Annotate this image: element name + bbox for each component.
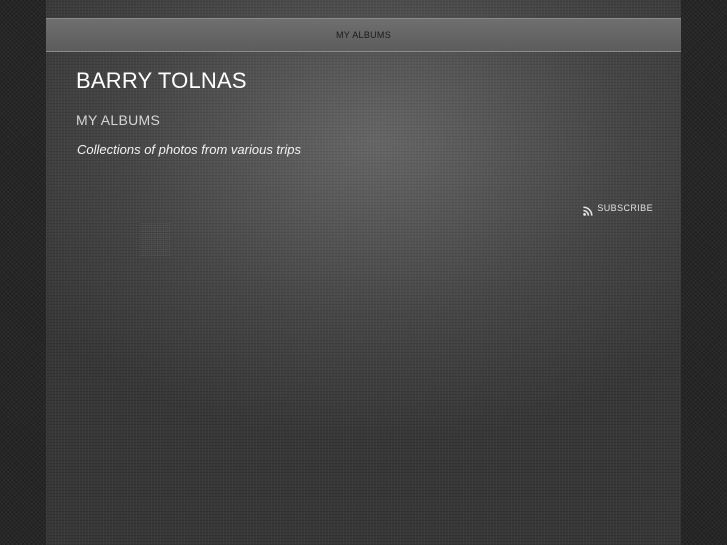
- section-description: Collections of photos from various trips: [77, 142, 301, 157]
- section-title: MY ALBUMS: [76, 112, 161, 128]
- nav-item-my-albums[interactable]: MY ALBUMS: [336, 30, 391, 40]
- album-thumbnail-placeholder: [140, 222, 170, 256]
- top-navbar: MY ALBUMS: [46, 18, 681, 52]
- subscribe-label: SUBSCRIBE: [597, 203, 653, 213]
- subscribe-link[interactable]: SUBSCRIBE: [583, 203, 653, 216]
- page-container: MY ALBUMS BARRY TOLNAS MY ALBUMS Collect…: [46, 0, 681, 545]
- site-title[interactable]: BARRY TOLNAS: [76, 68, 247, 94]
- rss-icon: [583, 203, 593, 216]
